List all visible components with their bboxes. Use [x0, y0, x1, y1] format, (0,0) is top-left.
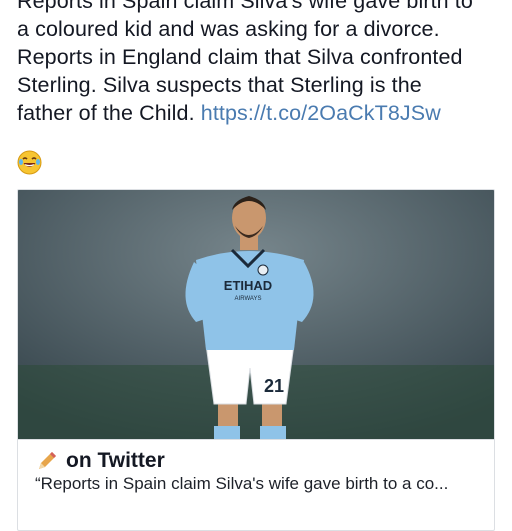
card-image[interactable]: 21 ETIHAD AIRWAYS: [18, 190, 494, 439]
laughing-tears-emoji-icon: [17, 150, 42, 175]
footballer-photo: 21 ETIHAD AIRWAYS: [18, 190, 494, 439]
card-source: on Twitter: [66, 449, 165, 472]
jersey-number: 21: [264, 376, 284, 396]
post-text-line: Reports in Spain claim Silva's wife gave…: [17, 0, 473, 13]
sponsor-text: ETIHAD: [224, 278, 272, 293]
post-link[interactable]: https://t.co/2OaCkT8JSw: [201, 101, 441, 125]
post-text-end: father of the Child.: [17, 101, 195, 125]
link-preview-card[interactable]: 21 ETIHAD AIRWAYS on Twitter “Reports in: [17, 189, 495, 531]
post-text-line: Reports in England claim that Silva conf…: [17, 45, 463, 69]
post-text-line: a coloured kid and was asking for a divo…: [17, 17, 440, 41]
card-footer[interactable]: on Twitter “Reports in Spain claim Silva…: [18, 439, 494, 530]
post-text-line: father of the Child. https://t.co/2OaCkT…: [17, 99, 497, 127]
sponsor-subtext: AIRWAYS: [235, 296, 262, 302]
card-description: “Reports in Spain claim Silva's wife gav…: [35, 474, 449, 493]
pencil-icon: [39, 452, 56, 469]
post-text-line: Sterling. Silva suspects that Sterling i…: [17, 73, 422, 97]
post-text: Reports in Spain claim Silva's wife gave…: [17, 0, 497, 127]
